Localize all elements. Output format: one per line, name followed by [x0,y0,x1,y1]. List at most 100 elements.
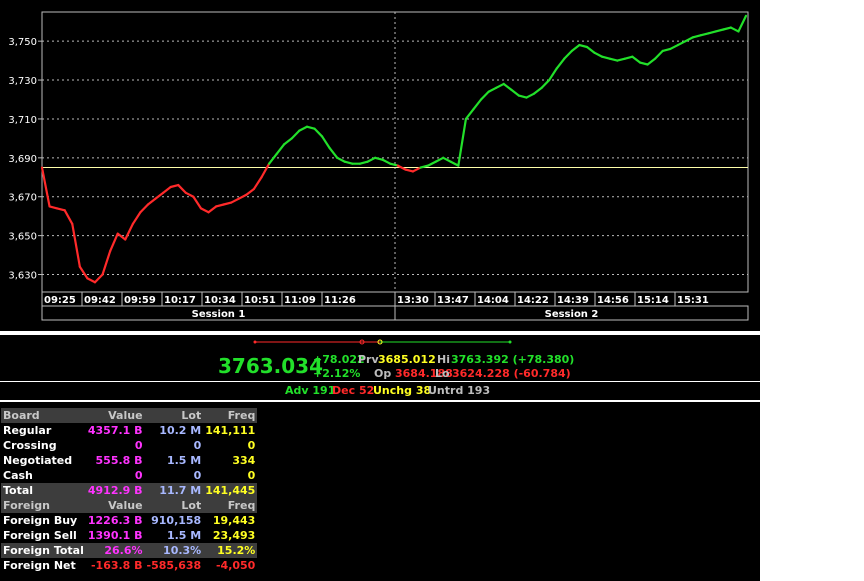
price-segment [283,137,293,146]
value-cell: 4912.9 B [85,483,145,498]
range-indicator [253,339,512,345]
price-segment [78,265,89,280]
market-stats-table: Board Value Lot Freq Regular 4357.1 B 10.2 M 14… [1,408,258,573]
change-percent: +2.12% [313,367,361,380]
price-segment [177,183,187,194]
price-segment [691,34,702,39]
lot-cell: -585,638 [146,559,202,572]
price-segment [646,57,657,66]
lot-cell: 11.7 M [144,483,204,498]
session-label: Session 1 [192,309,246,320]
price-segment [109,232,119,253]
lot-cell: 1.5 M [166,529,202,542]
y-tick-label: 3,670 [8,193,37,204]
row-label: Board [1,408,86,423]
row-label: Total [1,483,86,498]
value-cell: 555.8 B [95,454,143,467]
lot-cell: Lot [144,498,204,513]
price-segment [548,67,558,82]
price-segment [578,43,589,49]
high-label: Hi [437,353,450,366]
low-value: 3624.228 (-60.784) [452,367,571,380]
price-segment [101,250,112,276]
price-segment [638,61,649,66]
x-tick-label: 14:56 [597,295,629,306]
price-segment [358,160,369,165]
price-segment [169,183,180,189]
price-segment [472,98,483,111]
price-segment [192,195,203,210]
price-segment [502,82,513,91]
price-segment [540,78,551,89]
price-segment [593,51,604,58]
price-segment [722,26,732,31]
lot-cell: 10.2 M [159,424,202,437]
price-segment [162,185,172,194]
price-segment [389,162,399,167]
prev-label: Prv [358,353,379,366]
x-tick-label: 14:04 [477,295,509,306]
x-tick-label: 09:25 [44,295,76,306]
price-segment [313,127,324,138]
x-tick-label: 11:26 [324,295,356,306]
chart-canvas[interactable]: 3,630 3,650 3,670 3,690 3,710 3,730 3,750 09:25… [0,0,760,331]
low-label: Lo [435,367,450,380]
market-stats-panel: Board Value Lot Freq Regular 4357.1 B 10.2 M 14… [0,402,760,581]
intraday-chart[interactable]: 3,630 3,650 3,670 3,690 3,710 3,730 3,750 09:25… [0,0,760,331]
freq-cell: 0 [247,439,256,452]
x-tick-label: 13:47 [437,295,469,306]
price-segment [275,143,286,156]
value-cell: 0 [134,439,143,452]
market-breadth: Adv 191 Dec 52 Unchg 38 Untrd 193 [0,382,760,400]
table-row: Foreign Sell 1390.1 B 1.5 M 23,493 [1,528,257,543]
lot-cell: Lot [144,408,204,423]
price-segment [449,160,460,167]
x-tick-label: 11:09 [284,295,316,306]
freq-cell: 141,111 [205,424,256,437]
price-segment [146,197,157,206]
price-segment [184,191,195,198]
price-segment [48,205,59,210]
price-segment [237,193,248,200]
table-row: Negotiated 555.8 B 1.5 M 334 [1,453,257,468]
price-segment [215,203,225,208]
price-segment [729,26,740,33]
price-segment [366,156,377,163]
value-cell: -163.8 B [90,559,143,572]
freq-cell: 15.2% [203,543,258,558]
price-segment [252,176,263,191]
price-segment [714,28,725,33]
x-tick-label: 10:51 [244,295,276,306]
freq-cell: 23,493 [212,529,256,542]
value-cell: 1226.3 B [87,514,143,527]
price-segment [93,273,104,284]
value-cell: 4357.1 B [87,424,143,437]
price-segment [343,160,354,165]
lot-cell: 0 [193,439,202,452]
price-segment [654,49,664,60]
freq-cell: 141,445 [203,483,258,498]
price-segment [495,82,505,89]
advancers: Adv 191 [285,384,336,397]
price-segment [457,117,468,167]
price-segment [676,40,687,47]
unchanged: Unchg 38 [373,384,432,397]
price-segment [426,160,437,167]
freq-cell: 19,443 [212,514,256,527]
price-segment [684,36,695,43]
price-segment [669,43,679,51]
value-cell: 1390.1 B [87,529,143,542]
price-segment [411,166,422,173]
row-label: Foreign Buy [3,514,78,527]
freq-cell: Freq [203,408,258,423]
last-price: 3763.034 [218,354,324,378]
price-segment [116,232,127,241]
price-segment [267,152,278,165]
price-segment [124,222,134,241]
high-value: 3763.392 (+78.380) [451,353,575,366]
price-segment [199,207,210,214]
price-segment [56,207,66,212]
decliners: Dec 52 [332,384,375,397]
table-row: Crossing 0 0 0 [1,438,257,453]
freq-cell: -4,050 [215,559,256,572]
